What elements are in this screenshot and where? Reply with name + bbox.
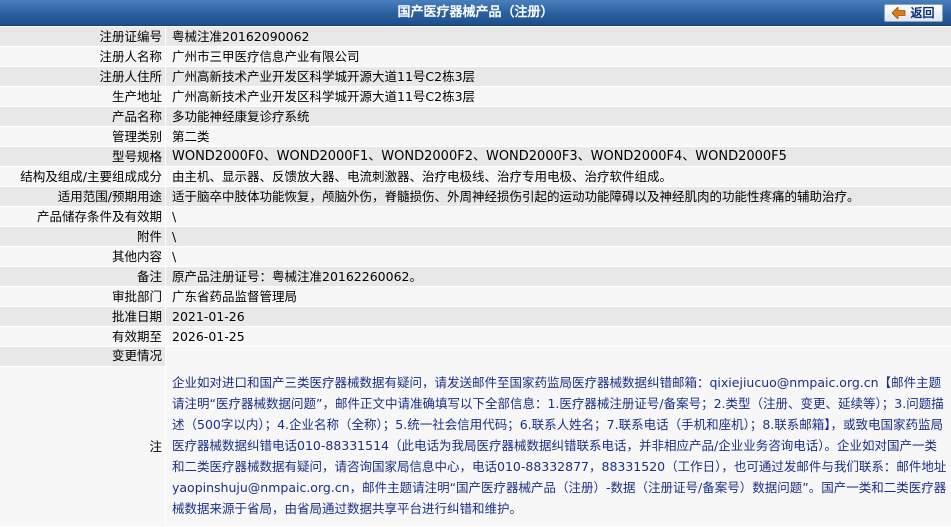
row-label: 生产地址 (0, 87, 166, 107)
table-row: 结构及组成/主要组成成分 由主机、显示器、反馈放大器、电流刺激器、治疗电极线、治… (0, 167, 951, 187)
row-value: 粤械注准20162090062 (166, 27, 951, 47)
row-value: 2021-01-26 (166, 307, 951, 327)
row-label: 有效期至 (0, 327, 166, 347)
page-title: 国产医疗器械产品（注册） (397, 5, 554, 20)
back-arrow-icon (892, 7, 906, 19)
back-button-label: 返回 (910, 6, 935, 20)
table-row: 有效期至 2026-01-25 (0, 327, 951, 347)
table-row: 型号规格 WOND2000F0、WOND2000F1、WOND2000F2、WO… (0, 147, 951, 167)
row-value: 适于脑卒中肢体功能恢复，颅脑外伤，脊髓损伤、外周神经损伤引起的运动功能障碍以及神… (166, 187, 951, 207)
row-value: 广州高新技术产业开发区科学城开源大道11号C2栋3层 (166, 87, 951, 107)
table-row: 其他内容 \ (0, 247, 951, 267)
row-label: 注册人住所 (0, 67, 166, 87)
table-row: 产品储存条件及有效期 \ (0, 207, 951, 227)
note-row: 变更情况 企业如对进口和国产三类医疗器械数据有疑问，请发送邮件至国家药监局医疗器… (0, 347, 951, 527)
row-label: 产品储存条件及有效期 (0, 207, 166, 227)
note-text: 企业如对进口和国产三类医疗器械数据有疑问，请发送邮件至国家药监局医疗器械数据纠错… (166, 347, 951, 527)
row-label: 变更情况 (0, 347, 166, 367)
row-label: 注册证编号 (0, 27, 166, 47)
table-row: 审批部门 广东省药品监督管理局 (0, 287, 951, 307)
back-button[interactable]: 返回 (884, 4, 943, 22)
table-row: 管理类别 第二类 (0, 127, 951, 147)
row-value: 2026-01-25 (166, 327, 951, 347)
row-label: 型号规格 (0, 147, 166, 167)
row-value: \ (166, 207, 951, 227)
table-row: 产品名称 多功能神经康复诊疗系统 (0, 107, 951, 127)
row-label: 产品名称 (0, 107, 166, 127)
row-value: \ (166, 247, 951, 267)
info-table: 注册证编号 粤械注准20162090062 注册人名称 广州市三甲医疗信息产业有… (0, 27, 951, 527)
title-bar: 国产医疗器械产品（注册） 返回 (0, 0, 951, 26)
row-value: 多功能神经康复诊疗系统 (166, 107, 951, 127)
table-row: 批准日期 2021-01-26 (0, 307, 951, 327)
table-row: 备注 原产品注册证号：粤械注准20162260062。 (0, 267, 951, 287)
row-value: \ (166, 227, 951, 247)
row-label: 备注 (0, 267, 166, 287)
row-label: 结构及组成/主要组成成分 (0, 167, 166, 187)
row-value: 广州高新技术产业开发区科学城开源大道11号C2栋3层 (166, 67, 951, 87)
row-label: 注册人名称 (0, 47, 166, 67)
row-value: 原产品注册证号：粤械注准20162260062。 (166, 267, 951, 287)
table-row: 注册证编号 粤械注准20162090062 (0, 27, 951, 47)
row-label: 管理类别 (0, 127, 166, 147)
row-label: 其他内容 (0, 247, 166, 267)
row-value: 由主机、显示器、反馈放大器、电流刺激器、治疗电极线、治疗专用电极、治疗软件组成。 (166, 167, 951, 187)
table-row: 注册人住所 广州高新技术产业开发区科学城开源大道11号C2栋3层 (0, 67, 951, 87)
row-label: 附件 (0, 227, 166, 247)
row-value: 广东省药品监督管理局 (166, 287, 951, 307)
note-label: 注 (0, 367, 166, 527)
table-row: 适用范围/预期用途 适于脑卒中肢体功能恢复，颅脑外伤，脊髓损伤、外周神经损伤引起… (0, 187, 951, 207)
row-label: 适用范围/预期用途 (0, 187, 166, 207)
table-row: 附件 \ (0, 227, 951, 247)
row-label: 批准日期 (0, 307, 166, 327)
row-value: 广州市三甲医疗信息产业有限公司 (166, 47, 951, 67)
row-label: 审批部门 (0, 287, 166, 307)
row-value: WOND2000F0、WOND2000F1、WOND2000F2、WOND200… (166, 147, 951, 167)
row-value: 第二类 (166, 127, 951, 147)
table-row: 生产地址 广州高新技术产业开发区科学城开源大道11号C2栋3层 (0, 87, 951, 107)
table-row: 注册人名称 广州市三甲医疗信息产业有限公司 (0, 47, 951, 67)
